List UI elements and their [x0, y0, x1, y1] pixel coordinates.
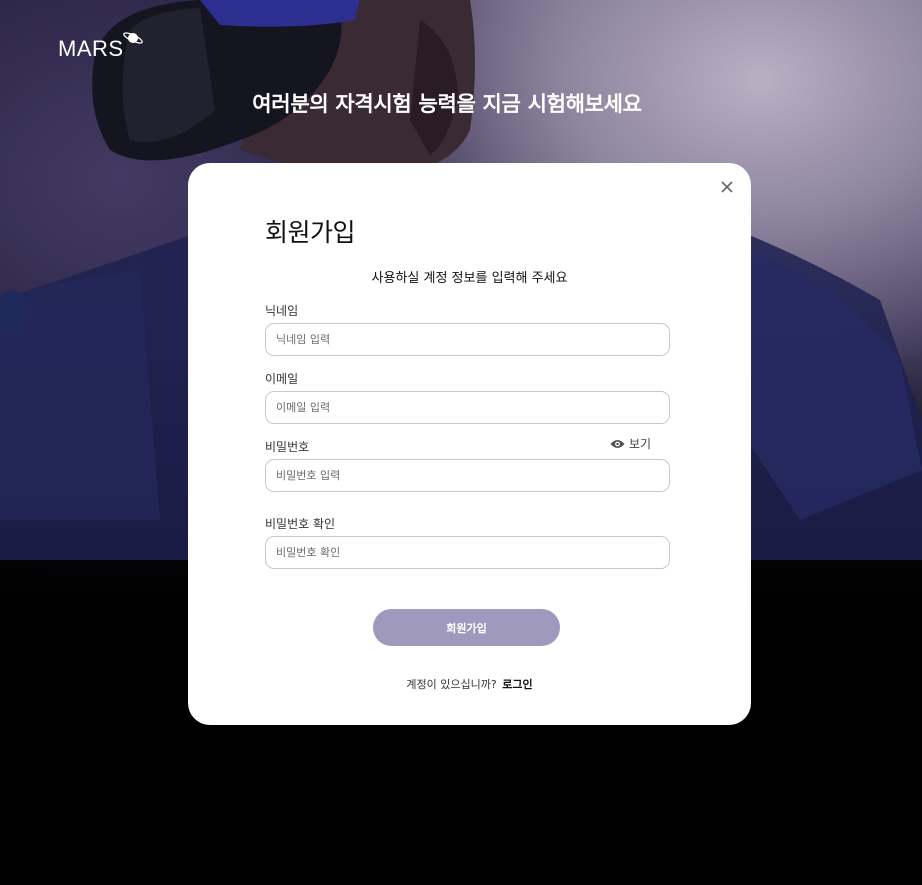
password-input[interactable] — [265, 459, 670, 492]
login-link[interactable]: 로그인 — [502, 678, 532, 691]
logo-text: MARS — [58, 36, 124, 61]
email-input[interactable] — [265, 391, 670, 424]
planet-icon — [122, 32, 143, 44]
close-icon[interactable] — [717, 177, 737, 197]
hero-headline: 여러분의 자격시험 능력을 지금 시험해보세요 — [252, 92, 642, 116]
modal-subtitle: 사용하실 계정 정보를 입력해 주세요 — [371, 271, 568, 286]
password-confirm-label: 비밀번호 확인 — [265, 517, 336, 531]
email-label: 이메일 — [265, 372, 299, 386]
login-prompt-text: 계정이 있으십니까? — [406, 678, 497, 691]
signup-modal: 회원가입 사용하실 계정 정보를 입력해 주세요 닉네임 이메일 비밀번호 보기… — [188, 163, 751, 725]
show-password-toggle[interactable]: 보기 — [610, 435, 651, 452]
mars-logo[interactable]: MARS — [58, 32, 144, 64]
password-confirm-input[interactable] — [265, 536, 670, 569]
show-password-label: 보기 — [629, 437, 652, 451]
eye-icon — [610, 439, 625, 448]
login-prompt: 계정이 있으십니까? 로그인 — [188, 676, 751, 692]
nickname-input[interactable] — [265, 323, 670, 356]
modal-title: 회원가입 — [265, 218, 356, 247]
signup-submit-button[interactable]: 회원가입 — [373, 609, 560, 646]
password-label: 비밀번호 — [265, 440, 310, 454]
nickname-label: 닉네임 — [265, 304, 299, 318]
signup-page: MARS 여러분의 자격시험 능력을 지금 시험해보세요 회원가입 사용하실 계… — [0, 0, 922, 885]
